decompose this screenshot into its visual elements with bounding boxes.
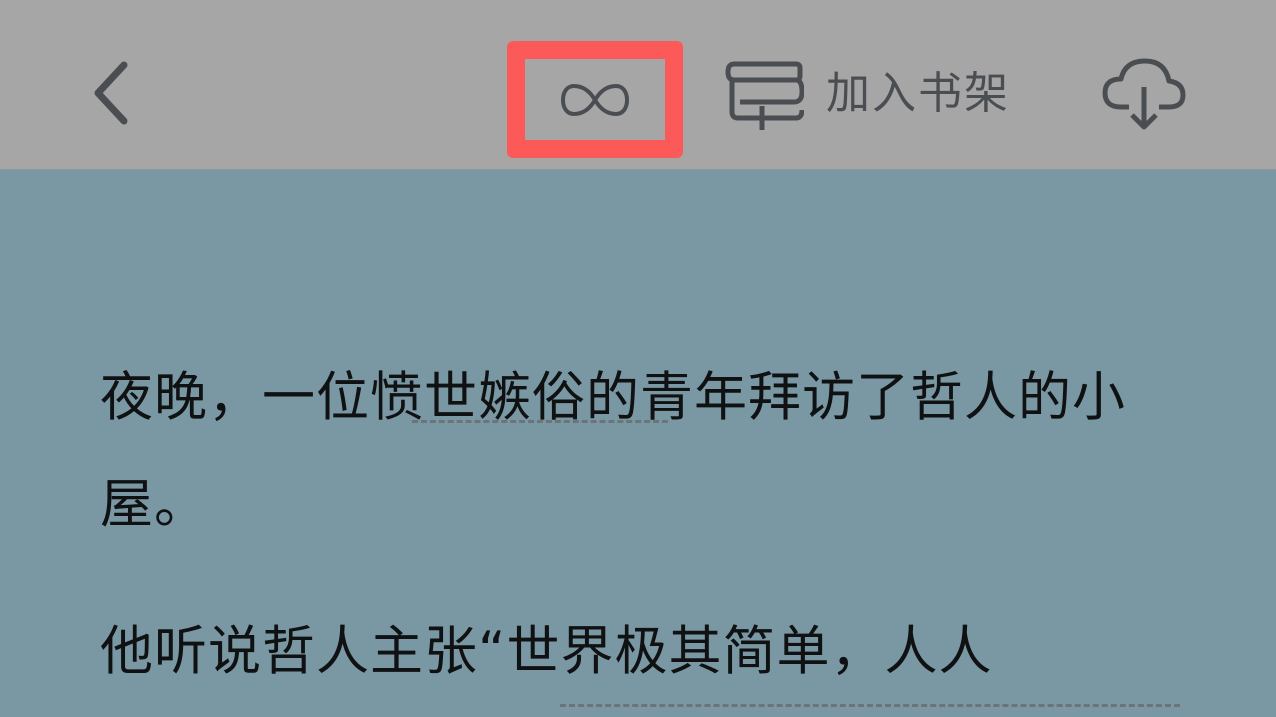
paragraph-1: 夜晚，一位愤世嫉俗的青年拜访了哲人的小屋。 xyxy=(100,367,1126,535)
add-to-shelf-label: 加入书架 xyxy=(826,68,1010,119)
add-to-shelf-button[interactable]: 加入书架 xyxy=(722,56,1010,132)
paragraph-2: 他听说哲人主张“世界极其简单，人人 xyxy=(100,621,993,682)
infinity-button[interactable] xyxy=(507,41,683,158)
annotation-underline[interactable] xyxy=(412,420,668,423)
top-toolbar: 加入书架 xyxy=(0,0,1276,170)
bookshelf-add-icon xyxy=(725,61,804,130)
cloud-download-icon xyxy=(1102,58,1186,130)
article-content: 夜晚，一位愤世嫉俗的青年拜访了哲人的小屋。 他听说哲人主张“世界极其简单，人人 xyxy=(100,171,1180,707)
chevron-left-icon xyxy=(94,61,128,125)
annotation-underline[interactable] xyxy=(560,704,1180,707)
infinity-icon xyxy=(560,83,630,116)
back-button[interactable] xyxy=(72,48,152,138)
download-button[interactable] xyxy=(1098,52,1190,134)
